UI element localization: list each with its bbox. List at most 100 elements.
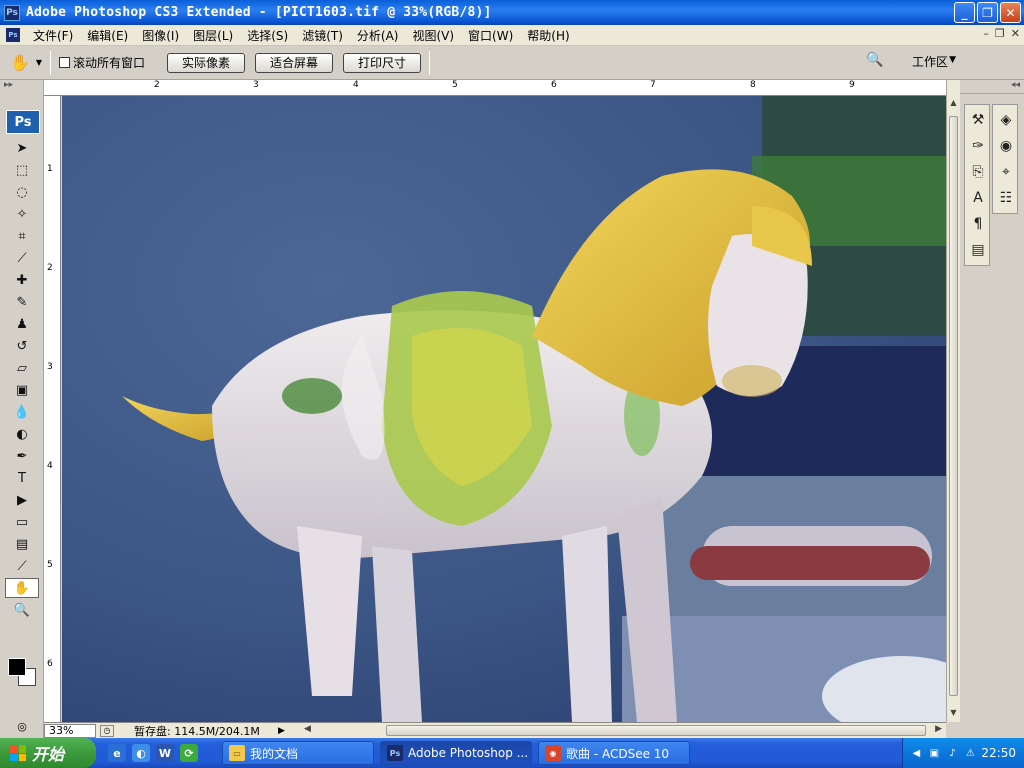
doc-close-icon[interactable]: ✕ (1011, 27, 1020, 40)
zoom-level-field[interactable]: 33% (44, 723, 96, 738)
horizontal-scrollbar[interactable]: ◀ ▶ (300, 722, 946, 738)
browser-icon[interactable]: ⟳ (180, 744, 198, 762)
menu-layer[interactable]: 图层(L) (186, 27, 240, 44)
notes-icon[interactable]: ▤ (5, 534, 39, 554)
menu-view[interactable]: 视图(V) (405, 27, 461, 44)
history-brush-icon[interactable]: ↺ (5, 336, 39, 356)
scroll-right-icon[interactable]: ▶ (935, 724, 942, 734)
options-divider (429, 50, 431, 75)
clone-source-icon[interactable]: ⎘ (967, 161, 989, 183)
path-select-icon[interactable]: ▶ (5, 490, 39, 510)
minimize-button[interactable]: _ (954, 2, 975, 23)
actual-pixels-button[interactable]: 实际像素 (167, 52, 246, 73)
bridge-icon[interactable]: 🔍 (866, 52, 888, 72)
dodge-icon[interactable]: ◐ (5, 424, 39, 444)
pen-icon[interactable]: ✒ (5, 446, 39, 466)
document-window-controls: – ❐ ✕ (983, 27, 1020, 40)
eraser-icon[interactable]: ▱ (5, 358, 39, 378)
eyedropper-icon[interactable]: ⟋ (5, 248, 39, 268)
task-my-documents[interactable]: ▭ 我的文档 (222, 741, 374, 765)
media-icon[interactable]: ◐ (132, 744, 150, 762)
vertical-scrollbar[interactable]: ▲ ▼ (946, 80, 960, 722)
ie-icon[interactable]: e (108, 744, 126, 762)
paths-icon[interactable]: ⌖ (995, 161, 1017, 183)
tray-expand-icon[interactable]: ◀ (909, 746, 923, 760)
panel-collapse-icon[interactable]: ▸▸ (0, 80, 43, 92)
healing-icon[interactable]: ✚ (5, 270, 39, 290)
tool-presets-icon[interactable]: ⚒ (967, 109, 989, 131)
menu-filter[interactable]: 滤镜(T) (295, 27, 350, 44)
info-icon[interactable]: ▤ (967, 239, 989, 261)
brushes-icon[interactable]: ✑ (967, 135, 989, 157)
gradient-icon[interactable]: ▣ (5, 380, 39, 400)
task-acdsee[interactable]: ◉ 歌曲 - ACDSee 10 (538, 741, 690, 765)
stamp-icon[interactable]: ♟ (5, 314, 39, 334)
marquee-icon[interactable]: ⬚ (5, 160, 39, 180)
foreground-color-swatch[interactable] (8, 658, 26, 676)
blur-icon[interactable]: 💧 (5, 402, 39, 422)
menu-window[interactable]: 窗口(W) (461, 27, 520, 44)
print-size-button[interactable]: 打印尺寸 (343, 52, 422, 73)
fit-screen-button[interactable]: 适合屏幕 (255, 52, 334, 73)
menu-file[interactable]: 文件(F) (26, 27, 80, 44)
horizontal-scroll-thumb[interactable] (386, 725, 926, 736)
start-label: 开始 (32, 745, 65, 764)
crop-icon[interactable]: ⌗ (5, 226, 39, 246)
photoshop-window: Ps Adobe Photoshop CS3 Extended - [PICT1… (0, 0, 1024, 768)
workspace-menu[interactable]: 工作区 (912, 53, 948, 70)
vertical-scroll-thumb[interactable] (949, 116, 958, 696)
doc-restore-icon[interactable]: ❐ (995, 27, 1005, 40)
checkbox-box[interactable] (59, 57, 70, 68)
restore-button[interactable]: ❐ (977, 2, 998, 23)
clock[interactable]: 22:50 (981, 746, 1016, 760)
volume-icon[interactable]: ♪ (945, 746, 959, 760)
character-icon[interactable]: A (967, 187, 989, 209)
options-divider (50, 50, 51, 75)
word-icon[interactable]: W (156, 744, 174, 762)
type-icon[interactable]: T (5, 468, 39, 488)
doc-minimize-icon[interactable]: – (983, 27, 989, 40)
scroll-down-icon[interactable]: ▼ (948, 708, 959, 720)
menu-image[interactable]: 图像(I) (135, 27, 186, 44)
scroll-left-icon[interactable]: ◀ (304, 724, 311, 734)
status-info-icon[interactable]: ◷ (100, 724, 114, 737)
channels-icon[interactable]: ◉ (995, 135, 1017, 157)
ruler-tick: 6 (551, 80, 557, 90)
network-icon[interactable]: ▣ (927, 746, 941, 760)
menu-analysis[interactable]: 分析(A) (350, 27, 406, 44)
horizontal-ruler: 2 3 4 5 6 7 8 9 (44, 80, 946, 96)
lasso-icon[interactable]: ◌ (5, 182, 39, 202)
layers-icon[interactable]: ◈ (995, 109, 1017, 131)
quick-mask-icon[interactable]: ◎ (6, 720, 38, 734)
document-canvas[interactable] (62, 96, 946, 722)
shape-icon[interactable]: ▭ (5, 512, 39, 532)
photoshop-logo[interactable]: Ps (6, 110, 40, 134)
move-icon[interactable]: ➤ (5, 138, 39, 158)
window-title: Adobe Photoshop CS3 Extended - [PICT1603… (26, 5, 492, 20)
menu-edit[interactable]: 编辑(E) (80, 27, 135, 44)
document-icon[interactable]: Ps (6, 28, 20, 42)
dock-collapse-icon[interactable]: ◂◂ (960, 80, 1024, 94)
status-menu-arrow-icon[interactable]: ▶ (278, 726, 285, 736)
magic-wand-icon[interactable]: ✧ (5, 204, 39, 224)
hand-tool-preset-icon[interactable]: ✋ ▼ (10, 50, 44, 76)
paragraph-icon[interactable]: ¶ (967, 213, 989, 235)
task-label: 歌曲 - ACDSee 10 (566, 746, 670, 761)
scroll-all-windows-checkbox[interactable]: 滚动所有窗口 (59, 54, 145, 71)
workspace-dropdown-icon[interactable]: ▼ (949, 55, 956, 65)
menu-select[interactable]: 选择(S) (240, 27, 295, 44)
brush-icon[interactable]: ✎ (5, 292, 39, 312)
acdsee-icon: ◉ (545, 745, 561, 761)
color-sampler-icon[interactable]: ⟋ (5, 556, 39, 576)
security-icon[interactable]: ⚠ (963, 746, 977, 760)
task-photoshop[interactable]: Ps Adobe Photoshop ... (380, 741, 532, 765)
history-icon[interactable]: ☷ (995, 187, 1017, 209)
ruler-tick: 6 (47, 659, 53, 669)
scroll-up-icon[interactable]: ▲ (948, 98, 959, 110)
close-button[interactable]: ✕ (1000, 2, 1021, 23)
zoom-icon[interactable]: 🔍 (5, 600, 39, 620)
hand-icon[interactable]: ✋ (5, 578, 39, 598)
menu-help[interactable]: 帮助(H) (520, 27, 576, 44)
ruler-tick: 3 (253, 80, 259, 90)
start-button[interactable]: 开始 (0, 738, 96, 768)
